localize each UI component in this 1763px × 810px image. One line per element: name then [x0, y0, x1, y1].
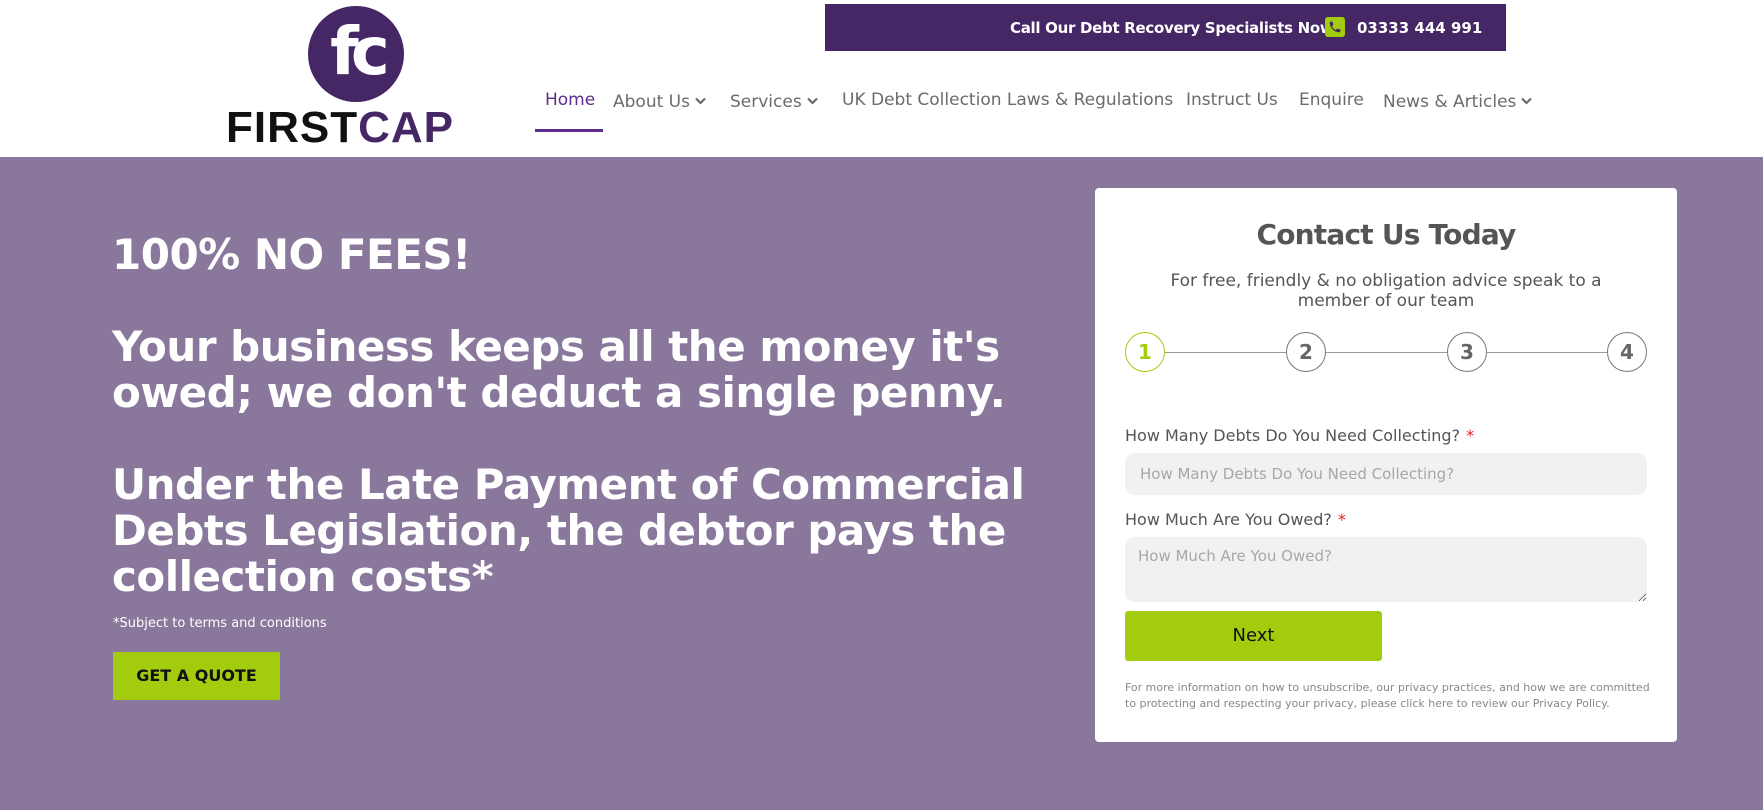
form-step-indicator: 1 2 3 4	[1125, 332, 1647, 374]
hero-headline-line: collection costs*	[112, 552, 494, 601]
step-connector	[1165, 352, 1286, 353]
next-button[interactable]: Next	[1125, 611, 1382, 661]
nav-item-instruct-us[interactable]: Instruct Us	[1186, 90, 1278, 110]
nav-item-label: Enquire	[1299, 90, 1364, 110]
nav-item-home[interactable]: Home	[535, 90, 603, 132]
call-bar-text: Call Our Debt Recovery Specialists Now	[1010, 19, 1334, 37]
nav-item-label: UK Debt Collection Laws & Regulations	[842, 90, 1174, 110]
nav-item-label: Services	[730, 92, 802, 112]
amount-owed-label: How Much Are You Owed? *	[1125, 510, 1346, 529]
step-4: 4	[1607, 332, 1647, 372]
logo-wordmark: FIRSTCAP	[226, 103, 454, 153]
site-header: fc FIRSTCAP Call Our Debt Recovery Speci…	[0, 0, 1763, 157]
phone-number[interactable]: 03333 444 991	[1357, 19, 1482, 37]
hero-headline-line: Under the Late Payment of Commercial	[112, 460, 1025, 509]
form-title: Contact Us Today	[1256, 218, 1516, 251]
get-a-quote-button[interactable]: GET A QUOTE	[113, 652, 280, 700]
hero-headline-no-fees: 100% NO FEES!	[112, 230, 471, 279]
logo-word-first: FIRST	[226, 103, 359, 152]
step-connector	[1326, 352, 1447, 353]
debts-count-input[interactable]	[1125, 453, 1647, 495]
field-label-text: How Many Debts Do You Need Collecting?	[1125, 426, 1461, 445]
logo-word-cap: CAP	[358, 103, 455, 152]
nav-item-about-us[interactable]: About Us	[613, 90, 706, 112]
form-subtitle: For free, friendly & no obligation advic…	[1170, 271, 1602, 311]
call-bar[interactable]: Call Our Debt Recovery Specialists Now 0…	[825, 4, 1506, 51]
nav-item-news-articles[interactable]: News & Articles	[1383, 90, 1533, 112]
contact-form-card: Contact Us Today For free, friendly & no…	[1095, 188, 1677, 742]
logo-mark: fc	[308, 6, 404, 102]
nav-item-label: About Us	[613, 92, 690, 112]
amount-owed-textarea[interactable]	[1125, 537, 1647, 602]
hero-headlines: 100% NO FEES! Your business keeps all th…	[112, 230, 1025, 600]
nav-item-label: Instruct Us	[1186, 90, 1278, 110]
field-label-text: How Much Are You Owed?	[1125, 510, 1332, 529]
hero-headline-line: Debts Legislation, the debtor pays the	[112, 506, 1006, 555]
nav-item-uk-debt-collection-laws[interactable]: UK Debt Collection Laws & Regulations	[842, 90, 1173, 110]
chevron-down-icon	[1521, 90, 1533, 110]
firstcap-logo[interactable]: fc FIRSTCAP	[226, 5, 488, 153]
phone-icon	[1325, 17, 1345, 37]
step-1: 1	[1125, 332, 1165, 372]
nav-item-services[interactable]: Services	[730, 90, 818, 112]
chevron-down-icon	[806, 90, 818, 110]
privacy-footnote[interactable]: For more information on how to unsubscri…	[1125, 680, 1655, 712]
required-mark: *	[1337, 510, 1346, 529]
hero-headline-late-payment: Under the Late Payment of Commercial Deb…	[112, 460, 1025, 601]
hero-headline-keep-money: Your business keeps all the money it's o…	[112, 322, 1006, 417]
hero-headline-line: Your business keeps all the money it's	[112, 322, 1000, 371]
step-3: 3	[1447, 332, 1487, 372]
terms-note: *Subject to terms and conditions	[113, 616, 327, 631]
required-mark: *	[1466, 426, 1475, 445]
nav-item-label: Home	[545, 90, 596, 110]
step-2: 2	[1286, 332, 1326, 372]
nav-active-underline	[535, 129, 603, 132]
debts-count-label: How Many Debts Do You Need Collecting? *	[1125, 426, 1474, 445]
chevron-down-icon	[695, 90, 706, 110]
hero-headline-line: owed; we don't deduct a single penny.	[112, 368, 1006, 417]
nav-item-label: News & Articles	[1383, 92, 1517, 112]
nav-item-enquire[interactable]: Enquire	[1299, 90, 1364, 110]
step-connector	[1487, 352, 1607, 353]
